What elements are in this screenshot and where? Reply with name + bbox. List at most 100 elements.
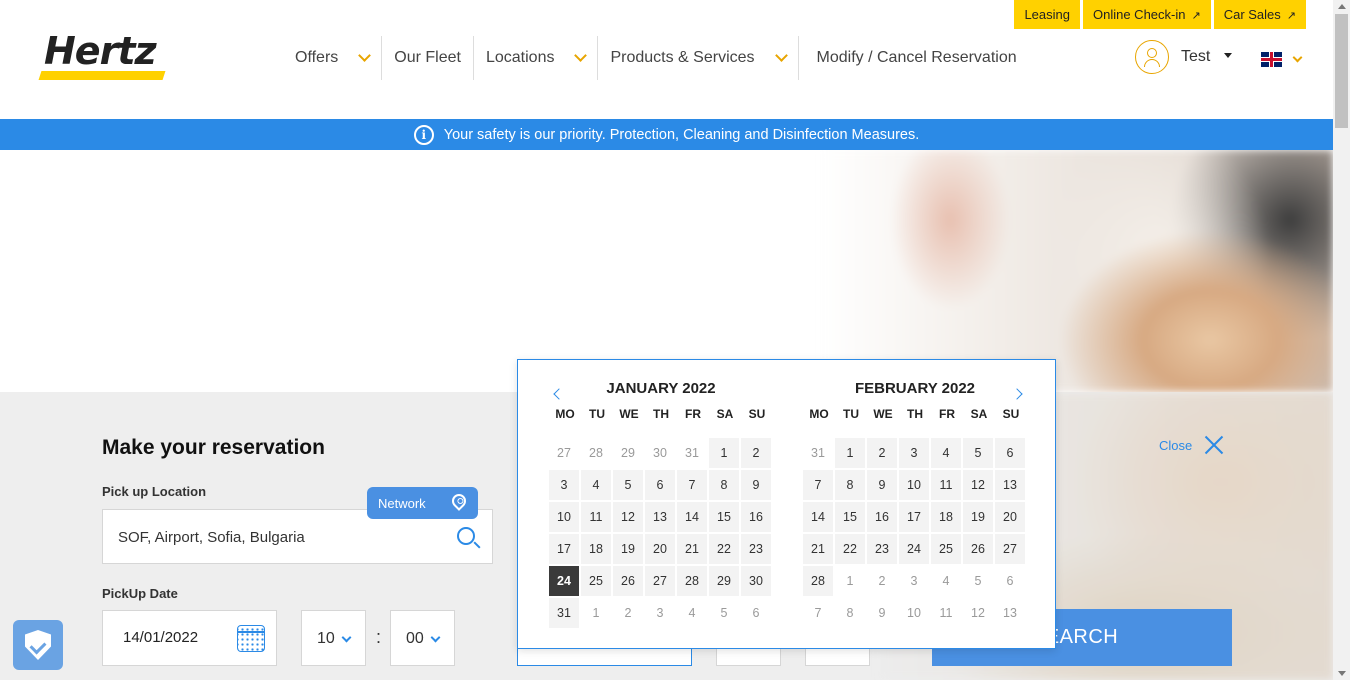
calendar-day[interactable]: 25: [931, 534, 961, 564]
calendar-day[interactable]: 28: [803, 566, 833, 596]
close-button[interactable]: Close: [1159, 435, 1224, 455]
network-button[interactable]: Network: [367, 487, 478, 519]
calendar-day[interactable]: 8: [835, 470, 865, 500]
calendar-day[interactable]: 31: [549, 598, 579, 628]
scroll-up-icon[interactable]: [1338, 4, 1346, 9]
calendar-day[interactable]: 5: [963, 438, 993, 468]
calendar-day[interactable]: 10: [899, 470, 929, 500]
calendar-day[interactable]: 29: [709, 566, 739, 596]
calendar-day[interactable]: 19: [963, 502, 993, 532]
calendar-week: 31 1 2 3 4 5 6: [549, 598, 773, 628]
calendar-day[interactable]: 18: [931, 502, 961, 532]
calendar-day[interactable]: 17: [899, 502, 929, 532]
calendar-day[interactable]: 28: [677, 566, 707, 596]
caret-down-icon: [1224, 52, 1233, 58]
calendar-day-selected[interactable]: 24: [549, 566, 579, 596]
scroll-thumb[interactable]: [1335, 14, 1348, 128]
calendar-day[interactable]: 13: [995, 470, 1025, 500]
nav-item-locations[interactable]: Locations: [474, 36, 599, 80]
nav-item-modify-cancel[interactable]: Modify / Cancel Reservation: [799, 36, 1029, 80]
privacy-shield-button[interactable]: [13, 620, 63, 670]
calendar-day-outside: 31: [685, 446, 699, 460]
calendar-day[interactable]: 16: [741, 502, 771, 532]
car-sales-link[interactable]: Car Sales ↗: [1213, 0, 1306, 29]
weekday-header: MO TU WE TH FR SA SU: [549, 404, 773, 424]
calendar-week: 3456789: [549, 470, 773, 500]
reservation-title: Make your reservation: [102, 436, 325, 459]
calendar-day[interactable]: 19: [613, 534, 643, 564]
calendar-day[interactable]: 20: [645, 534, 675, 564]
calendar-day[interactable]: 4: [931, 438, 961, 468]
calendar-day[interactable]: 1: [835, 438, 865, 468]
language-selector[interactable]: [1261, 52, 1303, 67]
search-icon[interactable]: [457, 527, 475, 545]
calendar-day[interactable]: 18: [581, 534, 611, 564]
calendar-day[interactable]: 23: [867, 534, 897, 564]
calendar-day[interactable]: 26: [613, 566, 643, 596]
scroll-down-icon[interactable]: [1338, 671, 1346, 676]
calendar-day[interactable]: 10: [549, 502, 579, 532]
calendar-day[interactable]: 27: [995, 534, 1025, 564]
calendar-day[interactable]: 13: [645, 502, 675, 532]
uk-flag-icon: [1261, 52, 1282, 67]
calendar-day[interactable]: 7: [677, 470, 707, 500]
map-pin-icon: [449, 491, 469, 511]
pickup-date-input[interactable]: 14/01/2022: [102, 610, 277, 666]
calendar-day[interactable]: 2: [867, 438, 897, 468]
weekday-label: TH: [653, 407, 669, 421]
calendar-day[interactable]: 1: [709, 438, 739, 468]
calendar-day[interactable]: 22: [709, 534, 739, 564]
calendar-day[interactable]: 16: [867, 502, 897, 532]
calendar-day[interactable]: 27: [645, 566, 675, 596]
calendar-week: 24 25 26 27 28 29 30: [549, 566, 773, 596]
nav-item-our-fleet[interactable]: Our Fleet: [382, 36, 474, 80]
calendar-icon[interactable]: [237, 625, 265, 652]
calendar-day[interactable]: 12: [613, 502, 643, 532]
calendar-day[interactable]: 7: [803, 470, 833, 500]
online-check-in-link[interactable]: Online Check-in ↗: [1082, 0, 1211, 29]
calendar-day[interactable]: 6: [995, 438, 1025, 468]
calendar-day[interactable]: 21: [803, 534, 833, 564]
calendar-day[interactable]: 24: [899, 534, 929, 564]
pickup-minute-select[interactable]: 00: [390, 610, 455, 666]
pickup-date-label: PickUp Date: [102, 586, 178, 601]
calendar-day[interactable]: 6: [645, 470, 675, 500]
external-link-icon: ↗: [1286, 10, 1296, 22]
calendar-day[interactable]: 4: [581, 470, 611, 500]
nav-item-label: Products & Services: [610, 49, 755, 66]
calendar-day[interactable]: 9: [741, 470, 771, 500]
calendar-day[interactable]: 9: [867, 470, 897, 500]
pickup-hour-select[interactable]: 10: [301, 610, 366, 666]
nav-item-offers[interactable]: Offers: [283, 36, 383, 80]
calendar-day[interactable]: 26: [963, 534, 993, 564]
calendar-day[interactable]: 11: [931, 470, 961, 500]
hertz-logo[interactable]: Hertz: [38, 30, 168, 82]
calendar-day[interactable]: 3: [549, 470, 579, 500]
calendar-day[interactable]: 30: [741, 566, 771, 596]
nav-item-products-services[interactable]: Products & Services: [598, 36, 799, 80]
calendar-day[interactable]: 14: [677, 502, 707, 532]
calendar-day[interactable]: 22: [835, 534, 865, 564]
calendar-week: 10 11 12 13 14 15 16: [549, 502, 773, 532]
user-menu[interactable]: Test: [1135, 40, 1233, 74]
calendar-day[interactable]: 5: [613, 470, 643, 500]
calendar-day[interactable]: 8: [709, 470, 739, 500]
nav-item-label: Modify / Cancel Reservation: [816, 49, 1017, 66]
calendar-day[interactable]: 20: [995, 502, 1025, 532]
safety-banner[interactable]: i Your safety is our priority. Protectio…: [0, 119, 1333, 150]
calendar-day[interactable]: 2: [741, 438, 771, 468]
calendar-day-outside: 3: [910, 574, 918, 588]
leasing-link[interactable]: Leasing: [1014, 0, 1080, 29]
pickup-hour-value: 10: [317, 630, 335, 647]
calendar-day[interactable]: 15: [709, 502, 739, 532]
calendar-day[interactable]: 12: [963, 470, 993, 500]
calendar-day[interactable]: 15: [835, 502, 865, 532]
calendar-day[interactable]: 21: [677, 534, 707, 564]
calendar-day[interactable]: 11: [581, 502, 611, 532]
calendar-day[interactable]: 25: [581, 566, 611, 596]
calendar-day[interactable]: 14: [803, 502, 833, 532]
calendar-day[interactable]: 17: [549, 534, 579, 564]
page-scrollbar[interactable]: [1333, 0, 1350, 680]
calendar-day[interactable]: 3: [899, 438, 929, 468]
calendar-day[interactable]: 23: [741, 534, 771, 564]
